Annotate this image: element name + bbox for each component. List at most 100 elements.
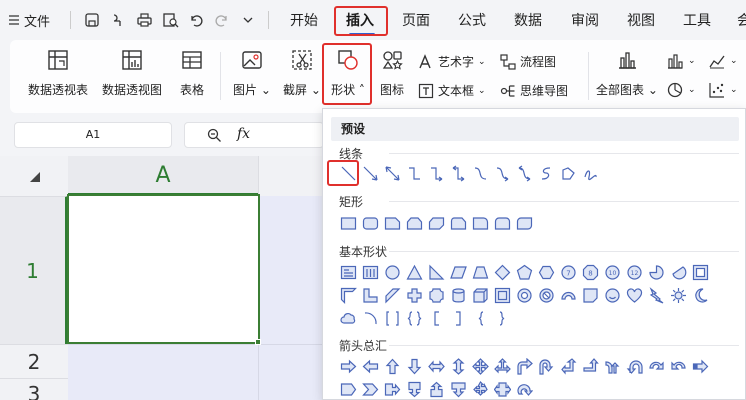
can-shape[interactable] (447, 284, 469, 306)
curved-down-arrow-shape[interactable] (667, 355, 689, 377)
print-preview-icon[interactable] (162, 0, 179, 40)
fill-handle[interactable] (255, 339, 261, 345)
line-chart-button[interactable]: ⌄ (708, 53, 738, 69)
down-arrow-callout-shape[interactable] (403, 378, 425, 400)
folded-corner-shape[interactable] (579, 284, 601, 306)
left-right-arrow-callout-shape[interactable] (491, 378, 513, 400)
tab-page[interactable]: 页面 (402, 0, 430, 40)
pie-shape[interactable] (645, 261, 667, 283)
heart-shape[interactable] (623, 284, 645, 306)
up-arrow-callout-shape[interactable] (425, 378, 447, 400)
mind-map-button[interactable]: 思维导图 (500, 82, 568, 99)
menu-hamburger-icon[interactable] (8, 0, 20, 40)
column-chart-button[interactable]: ⌄ (666, 53, 696, 69)
double-arrow-line-shape[interactable] (381, 162, 403, 184)
column-header-a[interactable]: A (68, 156, 258, 196)
curved-right-arrow-shape[interactable] (601, 355, 623, 377)
right-brace-shape[interactable] (491, 307, 513, 329)
zoom-icon[interactable] (207, 128, 222, 143)
octagon-shape[interactable]: 8 (579, 261, 601, 283)
screenshot-button[interactable]: 截屏 ⌄ (280, 40, 324, 113)
hexagon-shape[interactable] (535, 261, 557, 283)
freeform-shape[interactable] (557, 162, 579, 184)
moon-shape[interactable] (689, 284, 711, 306)
pie-chart-button[interactable]: ⌄ (666, 82, 696, 98)
curved-connector-shape[interactable] (469, 162, 491, 184)
down-arrow-callout-2-shape[interactable] (447, 378, 469, 400)
curved-arrow-connector-shape[interactable] (491, 162, 513, 184)
bevel-shape[interactable] (491, 284, 513, 306)
text-box-button[interactable]: 文本框 ⌄ (418, 82, 486, 99)
arrow-line-shape[interactable] (359, 162, 381, 184)
block-arc-shape[interactable] (557, 284, 579, 306)
s-curve-shape[interactable] (535, 162, 557, 184)
round-same-side-rectangle-shape[interactable] (491, 212, 513, 234)
double-bracket-shape[interactable] (381, 307, 403, 329)
tab-data[interactable]: 数据 (514, 0, 542, 40)
round-diagonal-rectangle-shape[interactable] (513, 212, 535, 234)
snip-round-rectangle-shape[interactable] (447, 212, 469, 234)
cross-shape[interactable] (403, 284, 425, 306)
select-all-corner[interactable] (0, 156, 68, 196)
tab-more[interactable]: 会 (737, 0, 746, 40)
scatter-chart-button[interactable]: ⌄ (708, 82, 738, 98)
rounded-rectangle-shape[interactable] (359, 212, 381, 234)
quick-access-dropdown-icon[interactable] (242, 0, 254, 40)
up-arrow-shape[interactable] (381, 355, 403, 377)
right-bracket-shape[interactable] (447, 307, 469, 329)
l-shape[interactable] (359, 284, 381, 306)
snip-same-side-rectangle-shape[interactable] (403, 212, 425, 234)
snip-diagonal-rectangle-shape[interactable] (425, 212, 447, 234)
half-frame-shape[interactable] (337, 284, 359, 306)
decagon-shape[interactable]: 10 (601, 261, 623, 283)
tab-home[interactable]: 开始 (290, 0, 318, 40)
smiley-face-shape[interactable] (601, 284, 623, 306)
elbow-arrow-connector-shape[interactable] (425, 162, 447, 184)
right-arrow-callout-shape[interactable] (381, 378, 403, 400)
all-charts-button[interactable]: 全部图表 ⌄ (594, 40, 660, 113)
no-symbol-shape[interactable] (535, 284, 557, 306)
name-box[interactable]: A1 (14, 122, 172, 148)
triangle-shape[interactable] (403, 261, 425, 283)
row-header-2[interactable]: 2 (0, 344, 68, 378)
chord-shape[interactable] (667, 261, 689, 283)
left-brace-shape[interactable] (469, 307, 491, 329)
redo-icon[interactable] (214, 0, 230, 40)
sun-shape[interactable] (667, 284, 689, 306)
print-icon[interactable] (136, 0, 153, 40)
row-header-3[interactable]: 3 (0, 378, 68, 400)
round-single-corner-rectangle-shape[interactable] (469, 212, 491, 234)
curved-left-arrow-shape[interactable] (623, 355, 645, 377)
diamond-shape[interactable] (491, 261, 513, 283)
icons-button[interactable]: 图标 (372, 40, 412, 113)
left-up-arrow-shape[interactable] (557, 355, 579, 377)
pentagon-shape[interactable] (513, 261, 535, 283)
rectangle-shape[interactable] (337, 212, 359, 234)
fx-icon[interactable]: fx (237, 126, 250, 142)
diagonal-stripe-shape[interactable] (381, 284, 403, 306)
bent-arrow-shape[interactable] (513, 355, 535, 377)
quad-arrow-callout-shape[interactable] (469, 378, 491, 400)
chevron-shape[interactable] (359, 378, 381, 400)
up-down-arrow-shape[interactable] (447, 355, 469, 377)
cloud-shape[interactable] (337, 307, 359, 329)
undo-icon[interactable] (188, 0, 204, 40)
u-turn-arrow-shape[interactable] (535, 355, 557, 377)
save-icon[interactable] (84, 0, 100, 40)
circular-arrow-shape[interactable] (513, 378, 535, 400)
tab-review[interactable]: 审阅 (571, 0, 599, 40)
tab-tools[interactable]: 工具 (683, 0, 711, 40)
arc-shape[interactable] (359, 307, 381, 329)
right-arrow-shape[interactable] (337, 355, 359, 377)
scribble-shape[interactable] (579, 162, 601, 184)
parallelogram-shape[interactable] (447, 261, 469, 283)
elbow-connector-shape[interactable] (403, 162, 425, 184)
dodecagon-shape[interactable]: 12 (623, 261, 645, 283)
left-right-up-arrow-shape[interactable] (491, 355, 513, 377)
left-arrow-shape[interactable] (359, 355, 381, 377)
curved-double-arrow-shape[interactable] (513, 162, 535, 184)
frame-shape[interactable] (689, 261, 711, 283)
oval-shape[interactable] (381, 261, 403, 283)
lightning-bolt-shape[interactable] (645, 284, 667, 306)
left-right-arrow-shape[interactable] (425, 355, 447, 377)
